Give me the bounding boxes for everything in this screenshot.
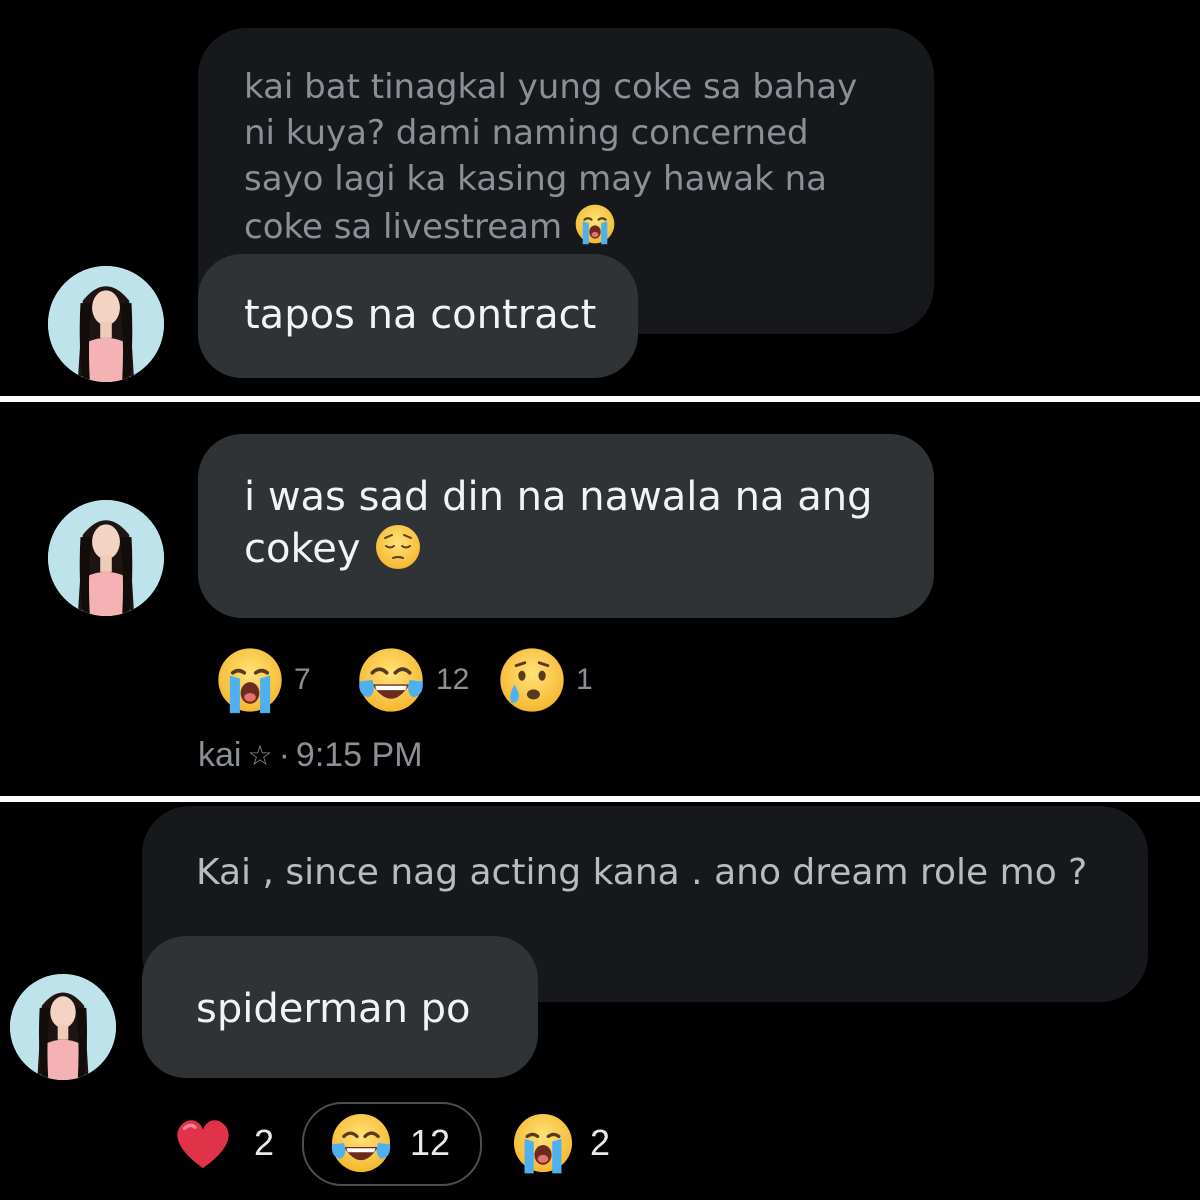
reply-message-text: tapos na contract [244,292,597,338]
loudly-crying-face-icon [214,644,286,716]
panel-3: Kai , since nag acting kana . ano dream … [0,802,1200,1200]
reaction-tears-of-joy[interactable]: 12 [354,644,469,716]
star-icon: ☆ [247,739,273,772]
avatar[interactable] [48,500,164,616]
red-heart-icon [170,1110,236,1176]
reply-message-text: i was sad din na nawala na ang cokey [244,474,873,572]
reply-message-bubble[interactable]: spiderman po [142,936,538,1078]
reaction-crying[interactable]: 1 [496,644,593,716]
reaction-count: 2 [590,1122,611,1163]
reaction-tears-of-joy[interactable]: 12 [326,1110,450,1176]
timestamp: 9:15 PM [295,736,423,774]
reaction-count: 2 [254,1122,275,1163]
face-with-tears-of-joy-icon [354,644,428,716]
crying-face-icon [496,644,568,716]
quoted-message-text: Kai , since nag acting kana . ano dream … [196,852,1088,893]
reaction-count: 1 [576,663,593,696]
panel-2: i was sad din na nawala na ang cokey 7 1… [0,402,1200,796]
reply-message-text: spiderman po [196,986,471,1032]
reaction-count: 12 [436,663,470,696]
author-name: kai [198,736,242,774]
reaction-count: 12 [410,1122,451,1163]
avatar[interactable] [10,974,116,1080]
loudly-crying-face-icon [573,202,617,246]
avatar[interactable] [48,266,164,382]
pensive-face-icon [373,522,423,572]
quoted-message-text: kai bat tinagkal yung coke sa bahay ni k… [244,67,858,247]
panel-1: kai bat tinagkal yung coke sa bahay ni k… [0,0,1200,396]
reaction-loudly-crying[interactable]: 7 [214,644,311,716]
loudly-crying-face-icon [510,1110,576,1176]
reaction-count: 7 [294,663,311,696]
reaction-loudly-crying[interactable]: 2 [510,1110,610,1176]
reply-message-bubble[interactable]: i was sad din na nawala na ang cokey [198,434,934,618]
message-meta: kai ☆ · 9:15 PM [198,736,423,775]
face-with-tears-of-joy-icon [326,1110,396,1176]
separator: · [278,736,290,774]
reply-message-bubble[interactable]: tapos na contract [198,254,638,378]
reaction-heart[interactable]: 2 [170,1110,274,1176]
